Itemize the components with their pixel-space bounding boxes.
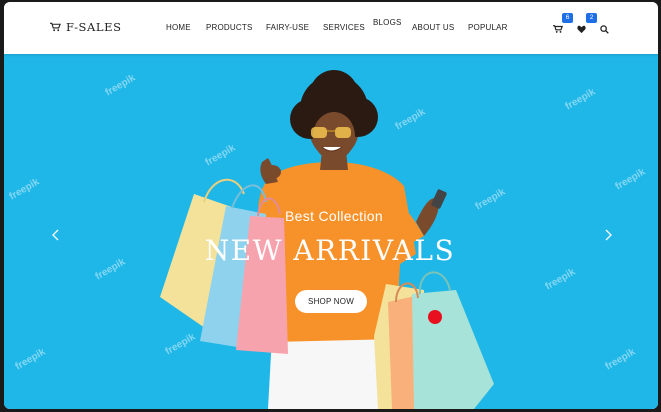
brand-logo[interactable]: F-SALES (50, 20, 122, 34)
nav-about-us[interactable]: ABOUT US (412, 23, 454, 32)
cart-count-badge: 6 (562, 13, 573, 23)
nav-services[interactable]: SERVICES (323, 23, 365, 32)
cart-icon (50, 22, 61, 32)
nav-popular[interactable]: POPULAR (468, 23, 508, 32)
hero-title: NEW ARRIVALS (204, 234, 456, 267)
nav-blogs[interactable]: BLOGS (373, 18, 402, 27)
wishlist-count-badge: 2 (586, 13, 597, 23)
hero-subtitle: Best Collection (285, 208, 383, 224)
cart-icon[interactable] (553, 21, 564, 33)
hero-image (160, 70, 494, 409)
heart-icon[interactable] (577, 21, 587, 34)
search-icon[interactable] (600, 21, 610, 34)
shop-now-button[interactable]: SHOP NOW (295, 290, 367, 313)
brand-name: F-SALES (66, 20, 122, 34)
nav-home[interactable]: HOME (166, 23, 191, 32)
hero-banner: freepik freepik freepik freepik freepik … (4, 54, 658, 409)
top-navbar: F-SALES HOME PRODUCTS FAIRY-USE SERVICES… (4, 2, 658, 54)
red-dot-marker (428, 310, 442, 324)
nav-fairy-use[interactable]: FAIRY-USE (266, 23, 309, 32)
app-window: F-SALES HOME PRODUCTS FAIRY-USE SERVICES… (4, 2, 658, 409)
nav-products[interactable]: PRODUCTS (206, 23, 253, 32)
